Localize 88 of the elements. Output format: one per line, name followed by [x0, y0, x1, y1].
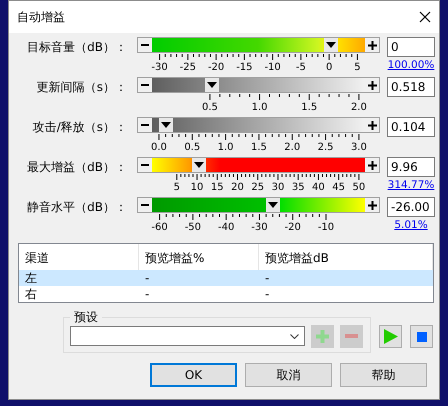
plus-icon[interactable] — [365, 38, 379, 52]
tick-label: 5 — [354, 62, 361, 73]
tick-label: -20 — [284, 222, 301, 233]
tick-label: 40 — [312, 182, 325, 193]
tick-label: -15 — [236, 62, 253, 73]
minus-icon[interactable] — [138, 158, 152, 172]
value-field[interactable]: 0 — [387, 37, 435, 57]
slider-label: 目标音量（dB）： — [26, 39, 127, 56]
tick-label: 20 — [231, 182, 244, 193]
percent-link[interactable]: 5.01% — [394, 219, 428, 231]
tick-label: -60 — [151, 222, 168, 233]
minus-icon — [345, 334, 358, 338]
tick-label: -10 — [318, 222, 334, 233]
tick-label: -50 — [184, 222, 202, 233]
tick-label: -20 — [208, 62, 224, 73]
chevron-icon — [290, 334, 299, 338]
value-field[interactable]: -26.00 — [387, 197, 435, 217]
tick-label: -30 — [251, 222, 268, 233]
tick-label: 10 — [190, 182, 204, 193]
tick-label: -30 — [151, 62, 168, 73]
tick-label: 45 — [332, 182, 346, 193]
tick-label: 50 — [352, 182, 366, 193]
tick-label: -40 — [218, 222, 234, 233]
slider-thumb[interactable] — [324, 38, 338, 52]
slider-thumb[interactable] — [158, 118, 173, 132]
percent-link[interactable]: 314.77% — [388, 179, 434, 191]
minus-icon[interactable] — [138, 38, 152, 52]
table-cell-text: 右 — [24, 286, 38, 302]
dialog-button[interactable]: 帮助 — [340, 363, 427, 387]
dialog-button[interactable]: OK — [150, 363, 237, 387]
slider-track[interactable] — [137, 197, 380, 213]
tick-label: 0 — [326, 62, 332, 73]
tick-label: 2.0 — [284, 142, 300, 153]
close-icon[interactable] — [419, 11, 431, 23]
dialog-button[interactable]: 取消 — [245, 363, 332, 387]
slider-thumb[interactable] — [204, 78, 219, 92]
plus-icon[interactable] — [365, 198, 379, 212]
table-row[interactable]: 左 - - — [19, 270, 433, 286]
tick-label: 25 — [251, 182, 264, 193]
table-cell-text: - — [264, 270, 270, 286]
value-field[interactable]: 9.96 — [387, 157, 435, 177]
slider-thumb[interactable] — [266, 198, 280, 212]
table-cell-text: - — [144, 270, 150, 286]
tick-label: 15 — [210, 182, 224, 193]
tick-label: 1.0 — [252, 102, 268, 113]
minus-icon[interactable] — [138, 78, 152, 92]
stop-button[interactable] — [410, 325, 433, 348]
stop-icon — [416, 332, 426, 342]
slider-track[interactable] — [137, 117, 380, 133]
value-field[interactable]: 0.518 — [387, 77, 435, 97]
plus-icon — [316, 330, 329, 342]
tick-label: 0.0 — [151, 142, 167, 153]
plus-icon[interactable] — [365, 158, 379, 172]
plus-icon[interactable] — [365, 78, 379, 92]
slider-track[interactable] — [137, 37, 380, 53]
tick-label: 3.0 — [350, 142, 367, 153]
value-field[interactable]: 0.104 — [387, 117, 435, 137]
group-label: 预设 — [73, 309, 99, 326]
tick-label: 2.0 — [350, 102, 367, 113]
table-cell-text: - — [144, 286, 150, 302]
plus-icon[interactable] — [365, 118, 379, 132]
percent-link[interactable]: 100.00% — [388, 59, 434, 71]
minus-icon[interactable] — [138, 118, 152, 132]
tick-label: 5 — [174, 182, 180, 193]
tick-label: -25 — [180, 62, 196, 73]
slider-track[interactable] — [137, 77, 380, 93]
table-cell-text: - — [264, 286, 270, 302]
preset-dropdown[interactable] — [70, 326, 305, 346]
slider-thumb[interactable] — [192, 158, 206, 172]
tick-label: 1.0 — [218, 142, 234, 153]
tick-label: 0.5 — [184, 142, 200, 153]
tick-label: 0.5 — [202, 102, 218, 113]
window-title: 自动增益 — [17, 8, 65, 26]
slider-track[interactable] — [137, 157, 380, 173]
tick-label: 1.5 — [301, 102, 318, 113]
slider-label: 最大增益（dB）： — [26, 159, 127, 176]
slider-label: 更新间隔（s）： — [36, 79, 127, 96]
tick-label: 35 — [292, 182, 305, 193]
tick-label: 2.5 — [318, 142, 334, 153]
tick-label: -10 — [264, 62, 281, 73]
tick-label: 30 — [272, 182, 284, 193]
tick-label: 1.5 — [250, 142, 267, 153]
slider-label: 静音水平（dB）： — [26, 199, 127, 216]
tick-label: -5 — [296, 62, 306, 73]
play-icon — [384, 329, 398, 344]
minus-icon[interactable] — [138, 198, 152, 212]
table-cell-text: 左 — [24, 270, 38, 286]
slider-label: 攻击/释放（s）： — [32, 119, 127, 136]
